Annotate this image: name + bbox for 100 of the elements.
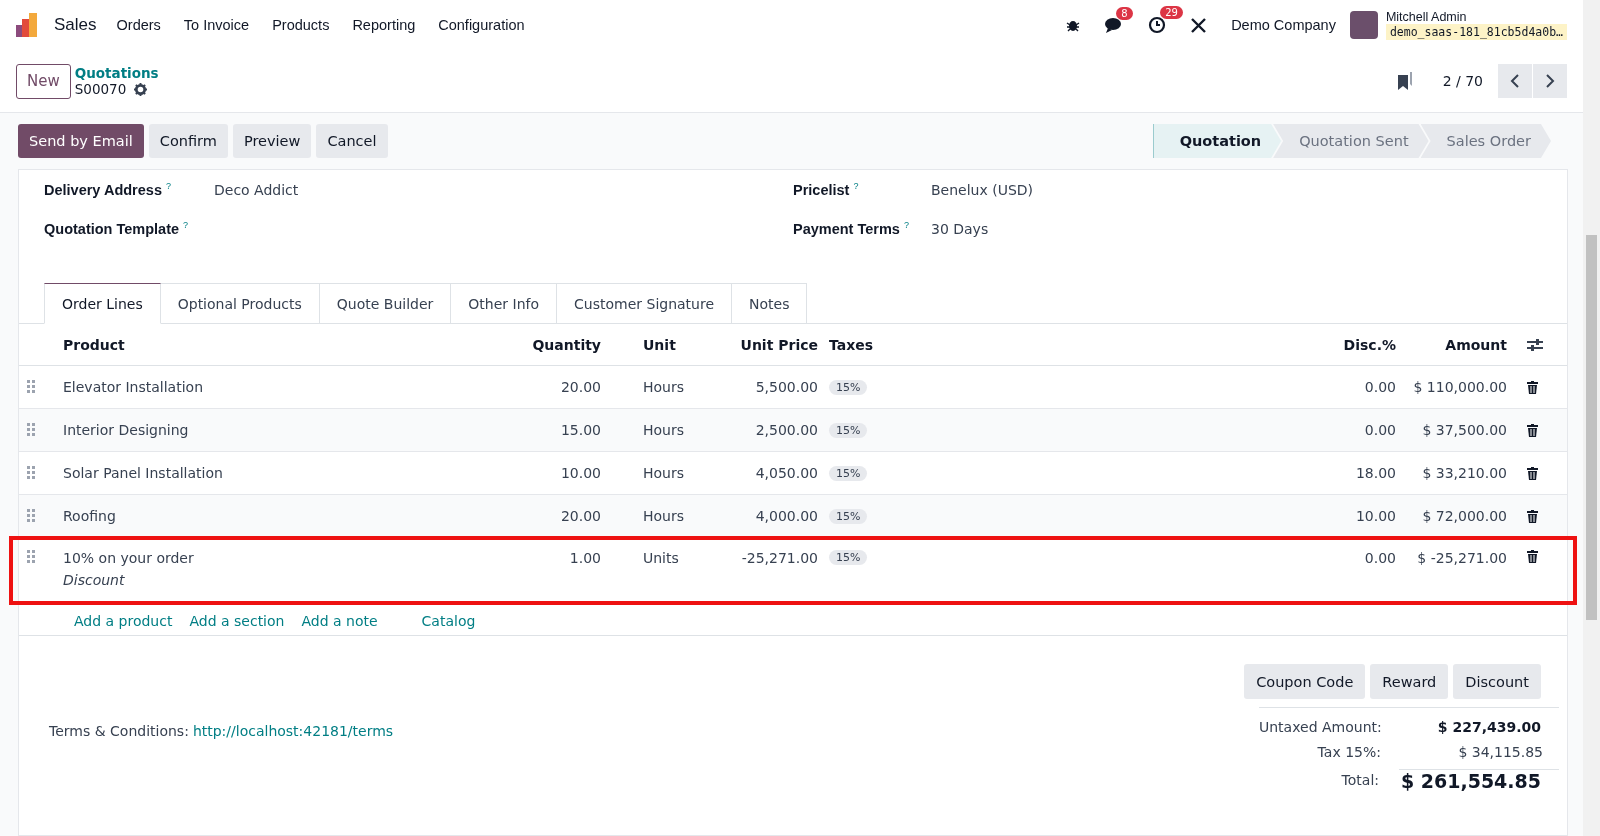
field-label: Pricelist $^{?}$: [793, 181, 860, 198]
tab[interactable]: Customer Signature: [557, 283, 733, 324]
drag-handle-icon[interactable]: [27, 466, 35, 480]
breadcrumb-link[interactable]: Quotations: [74, 65, 159, 81]
table-cell: 0.00: [1364, 550, 1396, 566]
tab[interactable]: Optional Products: [160, 283, 320, 324]
field-value[interactable]: 30 Days: [931, 220, 989, 237]
tax-tag: 15%: [829, 379, 868, 395]
menu-item[interactable]: Configuration: [438, 17, 525, 33]
action-button[interactable]: Preview: [232, 124, 312, 158]
trash-icon[interactable]: [1527, 509, 1538, 523]
drag-handle-icon[interactable]: [27, 550, 35, 564]
database-name: demo_saas-181_81cb5d4a0b…: [1385, 24, 1567, 40]
add-line-link[interactable]: Add a section: [189, 613, 285, 629]
field-label: Payment Terms $^{?}$: [793, 220, 910, 237]
total-label: Tax 15%:: [1316, 743, 1382, 760]
promotion-button[interactable]: Coupon Code: [1244, 664, 1366, 699]
message-count-badge: 8: [1116, 6, 1133, 20]
gear-icon[interactable]: [134, 82, 148, 96]
user-name[interactable]: Mitchell Admin: [1385, 10, 1567, 24]
record-name: S00070: [74, 81, 127, 97]
drag-handle-icon[interactable]: [27, 423, 35, 437]
terms-link[interactable]: http://localhost:42181/terms: [192, 723, 394, 796]
column-header[interactable]: Product: [63, 336, 125, 353]
clock-icon[interactable]: [1148, 16, 1167, 34]
trash-icon[interactable]: [1527, 380, 1538, 394]
table-cell: Interior Designing: [63, 422, 189, 438]
table-cell: 20.00: [560, 508, 601, 524]
column-header[interactable]: Quantity: [532, 336, 601, 353]
table-cell: 0.00: [1364, 379, 1396, 395]
sliders-icon[interactable]: [1527, 337, 1543, 352]
table-cell: Hours: [643, 379, 684, 395]
table-cell: 1.00: [569, 550, 601, 566]
company-name[interactable]: Demo Company: [1231, 17, 1336, 33]
table-cell: 10.00: [560, 465, 601, 481]
total-value: $ 261,554.85: [1399, 768, 1559, 792]
action-button[interactable]: Confirm: [148, 124, 228, 158]
total-value: $ 34,115.85: [1457, 743, 1544, 760]
status-stage[interactable]: Quotation Sent: [1273, 124, 1429, 158]
table-cell: Hours: [643, 465, 684, 481]
trash-icon[interactable]: [1527, 423, 1538, 437]
trash-icon[interactable]: [1527, 466, 1538, 480]
table-cell: $ 33,210.00: [1422, 465, 1507, 481]
status-stage[interactable]: Sales Order: [1420, 124, 1551, 158]
tax-tag: 15%: [829, 465, 868, 481]
next-button[interactable]: [1533, 64, 1567, 98]
table-cell: 5,500.00: [755, 379, 818, 395]
line-description: Discount: [63, 572, 125, 588]
table-cell: $ -25,271.00: [1417, 550, 1507, 566]
table-cell: 20.00: [560, 379, 601, 395]
action-button[interactable]: Cancel: [316, 124, 388, 158]
add-line-link[interactable]: Add a product: [74, 613, 173, 629]
field-label: Quotation Template $^{?}$: [44, 220, 190, 237]
promotion-button[interactable]: Reward: [1370, 664, 1449, 699]
table-cell: 10.00: [1355, 508, 1396, 524]
bookmark-icon[interactable]: [1396, 72, 1413, 90]
field-value[interactable]: Deco Addict: [214, 181, 299, 198]
tab[interactable]: Other Info: [451, 283, 558, 324]
app-name[interactable]: Sales: [54, 15, 97, 35]
menu-item[interactable]: Reporting: [352, 17, 416, 33]
promotion-button[interactable]: Discount: [1453, 664, 1541, 699]
avatar[interactable]: [1349, 11, 1378, 39]
menu-item[interactable]: Products: [272, 17, 330, 33]
table-cell: 2,500.00: [755, 422, 818, 438]
terms-label: Terms & Conditions:: [49, 723, 189, 741]
chevron-left-icon: [1510, 73, 1520, 89]
column-header[interactable]: Unit: [643, 336, 676, 353]
trash-icon[interactable]: [1527, 550, 1538, 563]
total-label: Total:: [1340, 772, 1380, 788]
bug-icon[interactable]: [1066, 18, 1081, 32]
column-header[interactable]: Taxes: [829, 336, 874, 353]
table-cell: 0.00: [1364, 422, 1396, 438]
drag-handle-icon[interactable]: [27, 380, 35, 394]
menu-item[interactable]: Orders: [116, 17, 161, 33]
column-header[interactable]: Unit Price: [740, 336, 818, 353]
table-cell: 4,050.00: [755, 465, 818, 481]
total-label: Untaxed Amount:: [1259, 718, 1383, 735]
pager-value[interactable]: 2 / 70: [1442, 73, 1483, 89]
status-stage[interactable]: Quotation: [1153, 124, 1282, 158]
field-label: Delivery Address $^{?}$: [44, 181, 172, 198]
table-cell: Hours: [643, 422, 684, 438]
new-button[interactable]: New: [16, 63, 71, 99]
table-cell: Roofing: [63, 508, 116, 524]
table-cell: 18.00: [1355, 465, 1396, 481]
chevron-right-icon: [1545, 73, 1555, 89]
tab[interactable]: Quote Builder: [319, 283, 452, 324]
column-header[interactable]: Amount: [1445, 336, 1507, 353]
activity-count-badge: 29: [1160, 6, 1183, 19]
tab[interactable]: Notes: [732, 283, 808, 324]
tab[interactable]: Order Lines: [44, 283, 161, 324]
previous-button[interactable]: [1498, 64, 1532, 98]
menu-item[interactable]: To Invoice: [183, 17, 250, 33]
column-header[interactable]: Disc.%: [1343, 336, 1396, 353]
field-value[interactable]: Benelux (USD): [931, 181, 1034, 198]
table-cell: 15.00: [560, 422, 601, 438]
drag-handle-icon[interactable]: [27, 509, 35, 523]
add-line-link[interactable]: Add a note: [301, 613, 378, 629]
action-button[interactable]: Send by Email: [18, 124, 144, 158]
add-line-link[interactable]: Catalog: [421, 613, 476, 629]
table-cell: $ 72,000.00: [1422, 508, 1507, 524]
